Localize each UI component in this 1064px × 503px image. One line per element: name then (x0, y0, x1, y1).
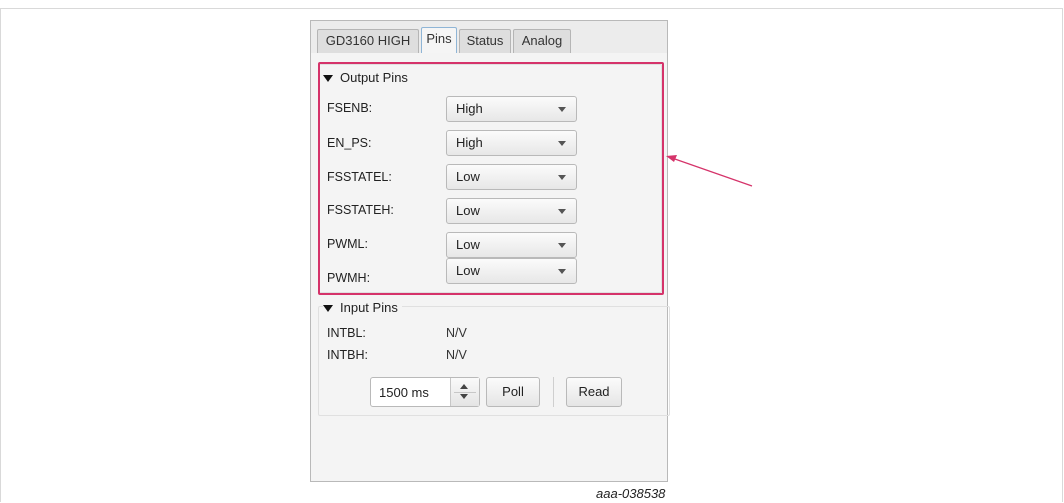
annotation-arrow (666, 155, 753, 187)
figure-caption: aaa-038538 (596, 486, 666, 501)
